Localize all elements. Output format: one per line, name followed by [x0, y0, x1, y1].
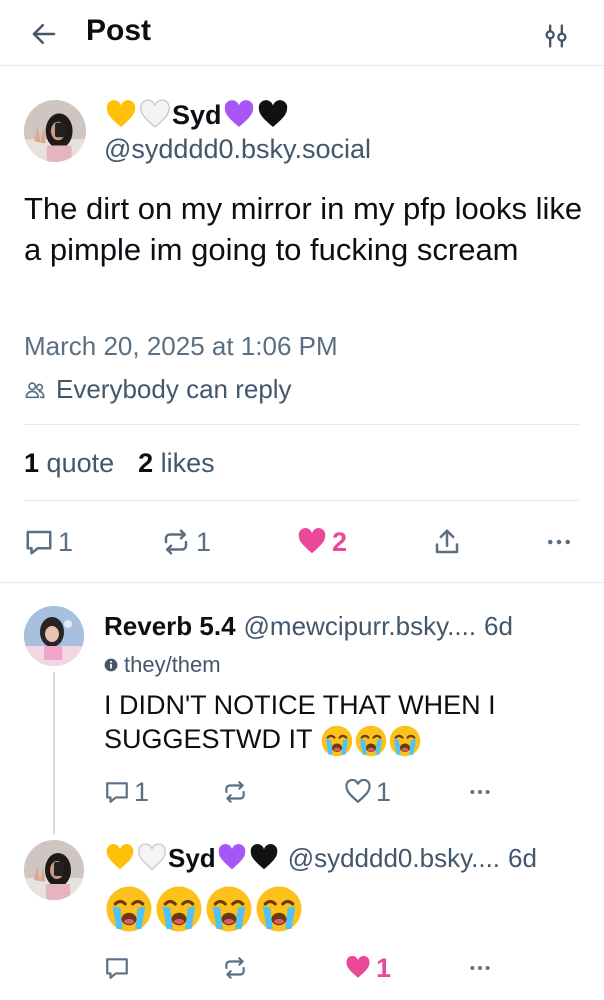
like-count: 1: [376, 952, 392, 983]
heart-icon: [344, 779, 372, 805]
reply-author-name[interactable]: Syd: [168, 843, 216, 874]
ellipsis-icon: [470, 966, 490, 970]
heart-icon: [296, 527, 328, 557]
yellow-heart-emoji: [104, 99, 138, 131]
more-options-button[interactable]: [466, 948, 494, 988]
black-heart-emoji: [256, 99, 290, 131]
post-timestamp: March 20, 2025 at 1:06 PM: [24, 331, 338, 361]
comment-icon: [26, 530, 52, 555]
more-options-button[interactable]: [544, 522, 574, 562]
author-name-text: Syd: [172, 99, 222, 130]
reply-author-avatar[interactable]: [24, 840, 84, 900]
sliders-icon: [545, 24, 567, 48]
quote-label: quote: [46, 448, 115, 478]
quote-stat[interactable]: 1 quote: [24, 448, 114, 479]
ellipsis-icon: [470, 790, 490, 794]
author-handle[interactable]: @sydddd0.bsky.social: [104, 134, 371, 165]
share-icon: [435, 529, 459, 554]
loudly-crying-face-emoji: [104, 884, 154, 934]
post-text: The dirt on my mirror in my pfp looks li…: [24, 191, 583, 267]
share-button[interactable]: [432, 522, 462, 562]
repost-icon: [225, 957, 245, 979]
loudly-crying-face-emoji: [204, 884, 254, 934]
reply-actions: 1: [0, 948, 604, 988]
like-button[interactable]: 1: [344, 948, 391, 988]
reply-count: 1: [58, 526, 74, 557]
reply-button[interactable]: [104, 948, 130, 988]
yellow-heart-emoji: [104, 843, 136, 873]
reply-permission: Everybody can reply: [24, 374, 292, 405]
loudly-crying-face-emoji: [388, 724, 422, 758]
loudly-crying-face-emoji: [354, 724, 388, 758]
white-heart-emoji: [136, 843, 168, 873]
reply-time[interactable]: 6d: [484, 611, 513, 642]
like-button[interactable]: 1: [344, 772, 391, 812]
reply-button[interactable]: 1: [104, 772, 149, 812]
page-title: Post: [86, 14, 152, 47]
likes-count: 2: [138, 448, 154, 478]
section-divider: [0, 582, 604, 583]
repost-icon: [164, 529, 188, 555]
white-heart-emoji: [138, 99, 172, 131]
top-bar: Post: [0, 0, 604, 66]
more-options-button[interactable]: [466, 772, 494, 812]
thread-settings-button[interactable]: [536, 16, 576, 56]
divider: [24, 424, 580, 425]
purple-heart-emoji: [222, 99, 256, 131]
ellipsis-icon: [548, 539, 570, 545]
reply-text: [104, 884, 584, 934]
people-icon: [25, 381, 45, 398]
like-button[interactable]: 2: [296, 522, 347, 562]
back-button[interactable]: [26, 16, 62, 52]
reply-button[interactable]: 1: [24, 522, 73, 562]
divider: [24, 500, 580, 501]
reply-author-name[interactable]: Reverb 5.4: [104, 611, 236, 642]
black-heart-emoji: [248, 843, 280, 873]
reply-text: I DIDN'T NOTICE THAT WHEN I SUGGESTWD IT: [104, 688, 584, 758]
reply-actions: 1 1: [0, 772, 604, 812]
arrow-left-icon: [32, 24, 56, 44]
like-count: 2: [332, 526, 348, 557]
reply-count: 1: [134, 776, 150, 807]
reply-header: Reverb 5.4 @mewcipurr.bsky.... 6d: [104, 608, 513, 644]
pronouns-text: they/them: [124, 652, 221, 677]
reply-header: Syd @sydddd0.bsky.... 6d: [104, 840, 537, 876]
repost-count: 1: [196, 526, 212, 557]
quote-count: 1: [24, 448, 40, 478]
repost-button[interactable]: [222, 772, 248, 812]
reply-time[interactable]: 6d: [508, 843, 537, 874]
loudly-crying-face-emoji: [320, 724, 354, 758]
reply-text-content: I DIDN'T NOTICE THAT WHEN I SUGGESTWD IT: [104, 690, 496, 754]
loudly-crying-face-emoji: [254, 884, 304, 934]
author-avatar[interactable]: [24, 100, 86, 162]
likes-stat[interactable]: 2 likes: [138, 448, 215, 479]
engagement-stats: 1 quote 2 likes: [24, 448, 215, 479]
author-name[interactable]: Syd: [104, 96, 290, 134]
repost-icon: [225, 781, 245, 803]
repost-button[interactable]: 1: [160, 522, 211, 562]
info-icon: [104, 658, 118, 672]
repost-button[interactable]: [222, 948, 248, 988]
comment-icon: [106, 782, 128, 803]
reply-permission-text: Everybody can reply: [56, 374, 292, 404]
post-actions: 1 1 2: [0, 522, 604, 562]
likes-label: likes: [160, 448, 215, 478]
loudly-crying-face-emoji: [154, 884, 204, 934]
reply-author-handle[interactable]: @sydddd0.bsky....: [288, 843, 500, 874]
heart-icon: [344, 955, 372, 981]
comment-icon: [106, 958, 128, 979]
like-count: 1: [376, 776, 392, 807]
reply-author-avatar[interactable]: [24, 606, 84, 666]
pronouns: they/them: [104, 652, 221, 678]
purple-heart-emoji: [216, 843, 248, 873]
reply-author-handle[interactable]: @mewcipurr.bsky....: [244, 611, 477, 642]
